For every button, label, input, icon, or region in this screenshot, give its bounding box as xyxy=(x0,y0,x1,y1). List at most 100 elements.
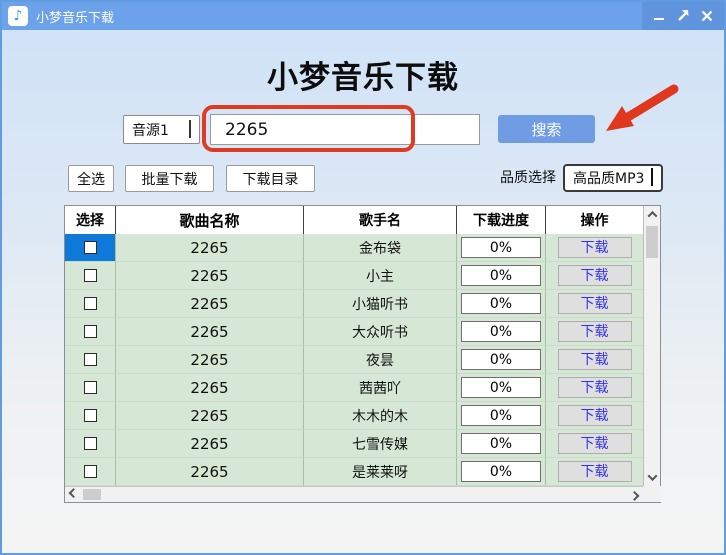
progress-cell: 0% xyxy=(457,346,546,374)
row-select-cell[interactable] xyxy=(65,262,116,290)
select-all-button[interactable]: 全选 xyxy=(68,165,114,192)
progress-cell: 0% xyxy=(457,234,546,262)
row-checkbox[interactable] xyxy=(84,325,97,338)
scroll-left-icon[interactable] xyxy=(65,487,82,502)
artist-name-cell: 小主 xyxy=(304,262,457,290)
window-controls xyxy=(642,2,724,30)
song-name-cell: 2265 xyxy=(116,346,304,374)
row-select-cell[interactable] xyxy=(65,290,116,318)
row-checkbox[interactable] xyxy=(84,409,97,422)
progress-box: 0% xyxy=(461,237,541,258)
minimize-button[interactable] xyxy=(650,7,668,25)
row-select-cell[interactable] xyxy=(65,346,116,374)
title-bar: ♪ 小梦音乐下载 xyxy=(2,2,724,30)
row-select-cell[interactable] xyxy=(65,374,116,402)
table-row: 2265 是莱莱呀 0% 下载 xyxy=(65,458,643,486)
row-select-cell[interactable] xyxy=(65,430,116,458)
row-checkbox[interactable] xyxy=(84,465,97,478)
action-cell: 下载 xyxy=(546,458,643,486)
progress-box: 0% xyxy=(461,321,541,342)
artist-name-cell: 茜茜吖 xyxy=(304,374,457,402)
window-title: 小梦音乐下载 xyxy=(36,7,114,26)
song-name-cell: 2265 xyxy=(116,318,304,346)
progress-cell: 0% xyxy=(457,430,546,458)
row-checkbox[interactable] xyxy=(84,269,97,282)
download-button[interactable]: 下载 xyxy=(558,349,632,370)
download-button[interactable]: 下载 xyxy=(558,405,632,426)
row-checkbox[interactable] xyxy=(84,241,97,254)
download-directory-button[interactable]: 下载目录 xyxy=(226,165,315,192)
scroll-right-icon[interactable] xyxy=(626,487,643,502)
progress-box: 0% xyxy=(461,433,541,454)
action-cell: 下载 xyxy=(546,430,643,458)
vertical-scroll-thumb[interactable] xyxy=(646,226,658,258)
download-button[interactable]: 下载 xyxy=(558,265,632,286)
minimize-icon xyxy=(653,10,665,22)
horizontal-scroll-thumb[interactable] xyxy=(83,489,101,500)
maximize-button[interactable] xyxy=(674,7,692,25)
progress-box: 0% xyxy=(461,377,541,398)
row-checkbox[interactable] xyxy=(84,381,97,394)
download-button[interactable]: 下载 xyxy=(558,377,632,398)
song-name-cell: 2265 xyxy=(116,234,304,262)
table-body: 2265 金布袋 0% 下载 2265 小主 0% 下载 2265 小猫听书 0… xyxy=(65,234,643,486)
progress-box: 0% xyxy=(461,461,541,482)
maximize-arrow-icon xyxy=(676,9,690,23)
progress-box: 0% xyxy=(461,405,541,426)
table-row: 2265 茜茜吖 0% 下载 xyxy=(65,374,643,402)
download-button[interactable]: 下载 xyxy=(558,433,632,454)
action-cell: 下载 xyxy=(546,346,643,374)
row-select-cell[interactable] xyxy=(65,402,116,430)
chevron-down-icon xyxy=(651,170,653,186)
search-button[interactable]: 搜索 xyxy=(498,115,595,143)
header-song: 歌曲名称 xyxy=(116,206,304,234)
row-checkbox[interactable] xyxy=(84,297,97,310)
music-note-app-icon: ♪ xyxy=(8,6,28,26)
song-name-cell: 2265 xyxy=(116,374,304,402)
download-button[interactable]: 下载 xyxy=(558,237,632,258)
song-name-cell: 2265 xyxy=(116,430,304,458)
close-icon xyxy=(701,10,713,22)
close-button[interactable] xyxy=(698,7,716,25)
scroll-down-icon[interactable] xyxy=(644,469,660,486)
progress-cell: 0% xyxy=(457,290,546,318)
quality-select[interactable]: 高品质MP3 xyxy=(563,164,663,192)
download-button[interactable]: 下载 xyxy=(558,461,632,482)
action-cell: 下载 xyxy=(546,262,643,290)
table-row: 2265 小主 0% 下载 xyxy=(65,262,643,290)
song-name-cell: 2265 xyxy=(116,262,304,290)
action-cell: 下载 xyxy=(546,402,643,430)
audio-source-value: 音源1 xyxy=(132,120,169,140)
search-input[interactable] xyxy=(210,114,480,145)
song-name-cell: 2265 xyxy=(116,402,304,430)
progress-box: 0% xyxy=(461,265,541,286)
table-row: 2265 金布袋 0% 下载 xyxy=(65,234,643,262)
progress-cell: 0% xyxy=(457,318,546,346)
page-title: 小梦音乐下载 xyxy=(2,52,724,97)
header-artist: 歌手名 xyxy=(304,206,457,234)
horizontal-scrollbar[interactable] xyxy=(65,486,643,502)
download-button[interactable]: 下载 xyxy=(558,321,632,342)
table-row: 2265 七雪传媒 0% 下载 xyxy=(65,430,643,458)
table-grid: 选择 歌曲名称 歌手名 下载进度 操作 2265 金布袋 0% 下载 2265 … xyxy=(65,206,643,502)
app-window: ♪ 小梦音乐下载 小梦音乐下载 音源1 xyxy=(0,0,726,555)
progress-cell: 0% xyxy=(457,402,546,430)
download-button[interactable]: 下载 xyxy=(558,293,632,314)
row-select-cell[interactable] xyxy=(65,458,116,486)
batch-download-button[interactable]: 批量下载 xyxy=(125,165,214,192)
row-select-cell[interactable] xyxy=(65,234,116,262)
table-row: 2265 大众听书 0% 下载 xyxy=(65,318,643,346)
scroll-up-icon[interactable] xyxy=(644,206,660,223)
artist-name-cell: 是莱莱呀 xyxy=(304,458,457,486)
progress-cell: 0% xyxy=(457,458,546,486)
table-header-row: 选择 歌曲名称 歌手名 下载进度 操作 xyxy=(65,206,643,234)
header-progress: 下载进度 xyxy=(457,206,546,234)
row-select-cell[interactable] xyxy=(65,318,116,346)
row-checkbox[interactable] xyxy=(84,437,97,450)
artist-name-cell: 金布袋 xyxy=(304,234,457,262)
vertical-scrollbar[interactable] xyxy=(643,206,660,486)
row-checkbox[interactable] xyxy=(84,353,97,366)
header-action: 操作 xyxy=(546,206,643,234)
table-row: 2265 夜昙 0% 下载 xyxy=(65,346,643,374)
audio-source-select[interactable]: 音源1 xyxy=(123,115,200,144)
